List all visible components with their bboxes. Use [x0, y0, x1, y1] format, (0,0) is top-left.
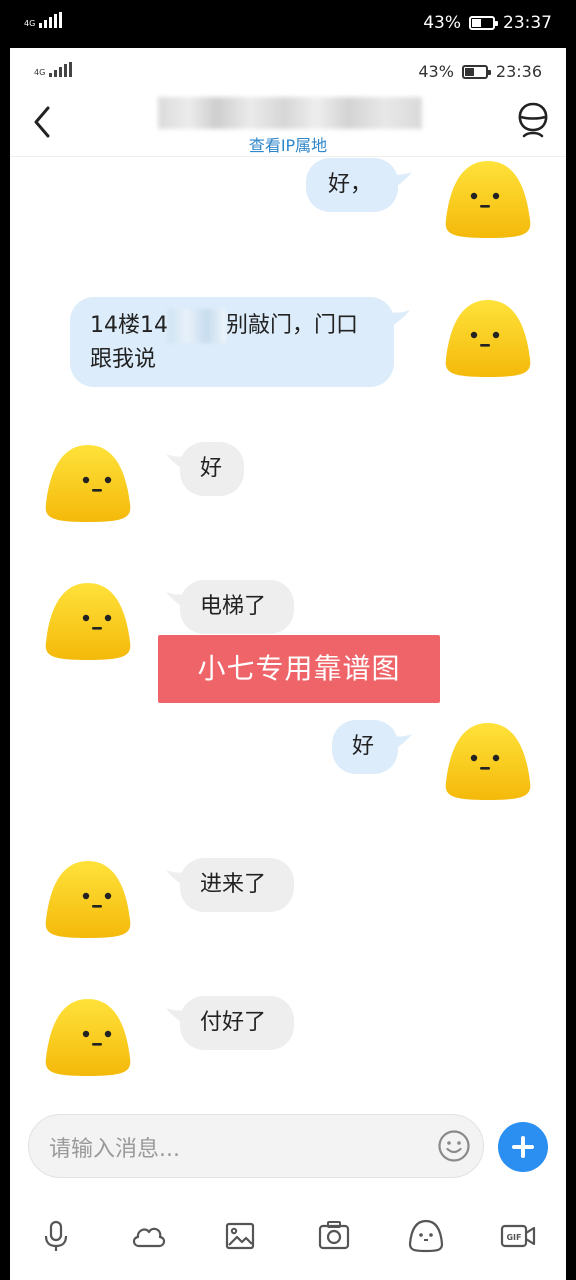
yellow-blob-avatar-icon	[445, 723, 531, 800]
contact-name-blurred	[158, 97, 422, 129]
emoji-icon	[408, 1219, 444, 1253]
contact-avatar[interactable]	[44, 580, 132, 662]
ip-location-link[interactable]: 查看IP属地	[10, 132, 566, 156]
contact-avatar[interactable]	[44, 858, 132, 940]
user-profile-icon	[518, 102, 548, 138]
clock: 23:37	[503, 13, 552, 33]
network-type: 4G	[24, 19, 36, 28]
bubble-tail	[388, 310, 410, 326]
chat-toolbar: GIF	[10, 1208, 566, 1264]
contact-avatar[interactable]	[44, 996, 132, 1078]
yellow-blob-avatar-icon	[445, 300, 531, 377]
smiley-icon	[438, 1130, 470, 1162]
inner-network-indicator: 4G	[34, 62, 73, 77]
network-indicator: 4G	[24, 12, 63, 28]
voice-button[interactable]	[36, 1216, 76, 1256]
contact-avatar[interactable]	[44, 442, 132, 524]
message-text-line2: 跟我说	[90, 347, 157, 372]
cloud-icon	[132, 1227, 166, 1248]
svg-text:GIF: GIF	[506, 1233, 521, 1242]
message-bubble-other[interactable]: 电梯了	[180, 580, 294, 634]
inner-signal-icon	[49, 62, 73, 77]
microphone-icon	[44, 1220, 68, 1251]
gif-button[interactable]: GIF	[498, 1216, 538, 1256]
my-avatar[interactable]	[444, 158, 532, 240]
inner-battery-icon	[461, 64, 491, 79]
message-bubble-me[interactable]: 好	[332, 720, 398, 774]
message-bubble-other[interactable]: 付好了	[180, 996, 294, 1050]
gif-video-icon: GIF	[500, 1224, 536, 1248]
message-bubble-me[interactable]: 好，	[306, 158, 398, 212]
inner-network-type: 4G	[34, 68, 46, 77]
message-bubble-other[interactable]: 好	[180, 442, 244, 496]
yellow-blob-avatar-icon	[45, 861, 131, 938]
message-bubble-me[interactable]: 14楼14 别敲门，门口 跟我说	[70, 297, 394, 387]
battery-icon	[469, 16, 498, 30]
message-input-placeholder: 请输入消息...	[49, 1137, 180, 1162]
yellow-blob-avatar-icon	[45, 583, 131, 660]
message-text: 付好了	[200, 1010, 267, 1035]
chat-screen: 4G 43% 23:36 查看IP属地 好， 14楼14 别敲门，门口 跟我说 …	[10, 48, 566, 1280]
sticker-button[interactable]	[406, 1216, 446, 1256]
image-icon	[225, 1222, 255, 1250]
inner-battery-percent: 43%	[418, 62, 454, 81]
cloud-button[interactable]	[128, 1216, 168, 1256]
message-list[interactable]: 好， 14楼14 别敲门，门口 跟我说 好 电梯了 小七专用靠谱图 好 进来了 …	[10, 158, 566, 1118]
image-button[interactable]	[220, 1216, 260, 1256]
message-text-part: 14楼14	[90, 313, 168, 338]
battery-percent: 43%	[423, 13, 461, 33]
camera-button[interactable]	[314, 1216, 354, 1256]
bubble-tail	[390, 734, 412, 750]
message-text: 电梯了	[200, 594, 267, 619]
bubble-tail	[390, 172, 412, 188]
message-text: 好	[200, 456, 223, 481]
inner-status-bar: 4G 43% 23:36	[10, 48, 566, 92]
inner-battery-fill	[464, 67, 475, 76]
message-bubble-other[interactable]: 进来了	[180, 858, 294, 912]
chat-header: 查看IP属地	[10, 92, 566, 157]
signal-icon	[39, 12, 63, 28]
message-text: 14楼14 别敲门，门口	[90, 309, 394, 343]
my-avatar[interactable]	[444, 297, 532, 379]
redacted-text	[168, 309, 226, 343]
yellow-blob-avatar-icon	[445, 161, 531, 238]
add-attachment-button[interactable]	[498, 1122, 548, 1172]
yellow-blob-avatar-icon	[45, 445, 131, 522]
message-text: 好，	[328, 172, 373, 197]
message-input[interactable]: 请输入消息...	[28, 1114, 484, 1178]
battery-fill	[472, 19, 482, 27]
camera-icon	[318, 1221, 350, 1250]
message-text: 进来了	[200, 872, 267, 897]
inner-clock: 23:36	[495, 62, 542, 81]
watermark-banner: 小七专用靠谱图	[158, 635, 440, 703]
emoji-button[interactable]	[437, 1129, 471, 1163]
message-text-part: 别敲门，门口	[226, 313, 359, 338]
system-status-bar: 4G 43% 23:37	[0, 0, 576, 48]
profile-button[interactable]	[516, 100, 550, 140]
yellow-blob-avatar-icon	[45, 999, 131, 1076]
my-avatar[interactable]	[444, 720, 532, 802]
